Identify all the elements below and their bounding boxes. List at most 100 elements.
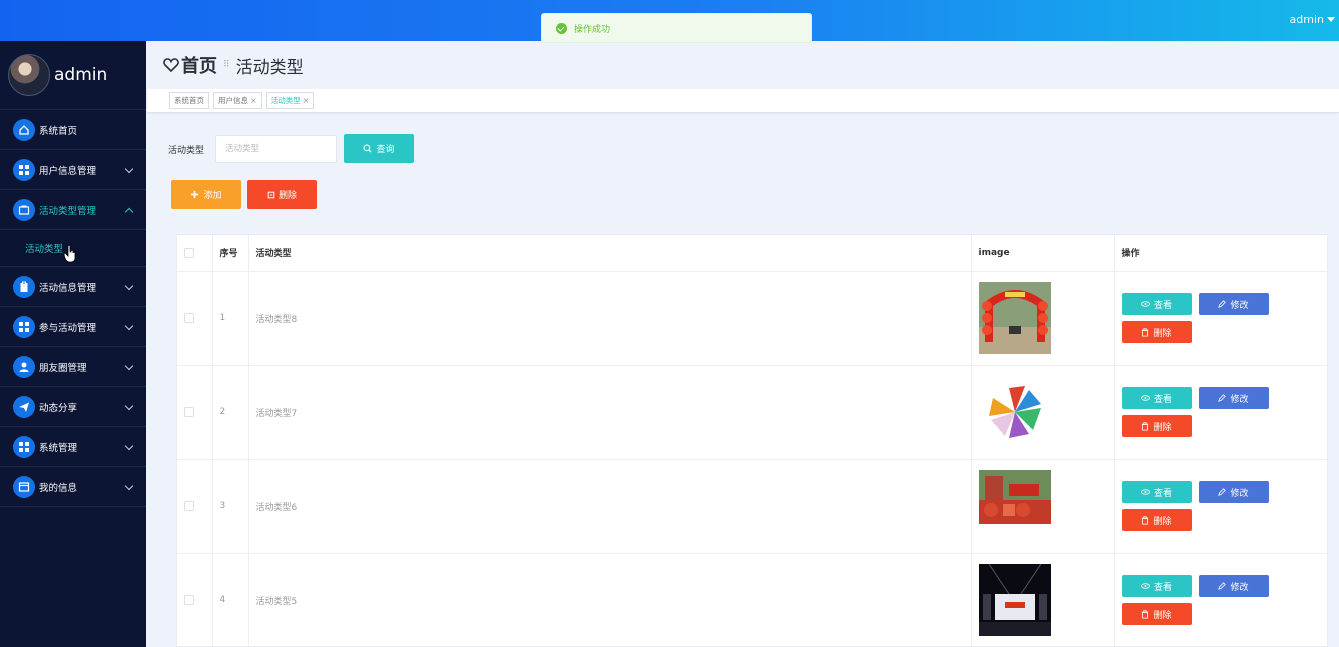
grid-icon	[13, 435, 35, 458]
header-ops: 操作	[1114, 235, 1327, 272]
view-button[interactable]: 查看	[1121, 387, 1192, 409]
add-button[interactable]: 添加	[171, 180, 241, 209]
tag-user-info[interactable]: 用户信息 ×	[213, 92, 262, 109]
row-select-cell	[177, 553, 213, 646]
activity-image[interactable]	[978, 376, 1051, 448]
tag-label: 系统首页	[174, 96, 204, 105]
sidebar-item-moments[interactable]: 朋友圈管理	[0, 347, 146, 387]
row-name: 活动类型7	[248, 365, 972, 460]
chevron-down-icon	[124, 321, 134, 331]
submenu-item-label: 活动类型	[25, 244, 64, 255]
edit-label: 修改	[1230, 582, 1249, 593]
chevron-down-icon	[124, 281, 134, 291]
chevron-down-icon	[124, 164, 134, 174]
search-label: 活动类型	[168, 146, 205, 156]
row-ops-cell: 查看 修改 删除	[1114, 459, 1327, 554]
edit-label: 修改	[1230, 300, 1249, 311]
activity-image[interactable]	[978, 564, 1051, 636]
batch-delete-label: 删除	[278, 191, 297, 201]
row-checkbox[interactable]	[184, 313, 194, 323]
avatar	[8, 54, 50, 96]
view-button[interactable]: 查看	[1121, 575, 1192, 597]
view-label: 查看	[1153, 394, 1172, 405]
chevron-down-icon	[124, 401, 134, 411]
row-checkbox[interactable]	[184, 595, 194, 605]
plus-icon	[191, 190, 199, 199]
send-icon	[13, 395, 35, 418]
delete-button[interactable]: 删除	[1121, 603, 1192, 625]
sidebar-item-home[interactable]: 系统首页	[0, 110, 146, 150]
row-image-cell	[971, 553, 1115, 646]
eye-icon	[1141, 583, 1150, 589]
view-label: 查看	[1153, 582, 1172, 593]
sidebar-item-activity-type[interactable]: 活动类型管理	[0, 190, 146, 230]
row-ops-cell: 查看 修改 删除	[1114, 271, 1327, 366]
sidebar-item-activity-info[interactable]: 活动信息管理	[0, 267, 146, 307]
add-button-label: 添加	[203, 191, 222, 201]
sidebar-item-my-info[interactable]: 我的信息	[0, 467, 146, 507]
folder-icon	[13, 198, 35, 221]
view-button[interactable]: 查看	[1121, 481, 1192, 503]
breadcrumb-home[interactable]: 首页	[181, 52, 217, 78]
eye-icon	[1141, 301, 1150, 307]
search-input[interactable]	[215, 135, 337, 163]
edit-button[interactable]: 修改	[1198, 293, 1269, 315]
edit-button[interactable]: 修改	[1198, 481, 1269, 503]
heart-icon	[163, 58, 179, 73]
sidebar-item-user-info[interactable]: 用户信息管理	[0, 150, 146, 190]
user-menu[interactable]: admin	[1290, 13, 1335, 26]
delete-button[interactable]: 删除	[1121, 509, 1192, 531]
edit-icon	[1218, 394, 1227, 402]
trash-icon	[1142, 327, 1149, 336]
table-row: 3 活动类型6 查看 修改 删除	[177, 459, 1327, 554]
toast-message: 操作成功	[574, 24, 611, 35]
delete-button[interactable]: 删除	[1121, 415, 1192, 437]
delete-button[interactable]: 删除	[1121, 321, 1192, 343]
edit-icon	[1218, 582, 1227, 590]
view-label: 查看	[1153, 300, 1172, 311]
sidebar-item-label: 我的信息	[39, 482, 78, 494]
edit-button[interactable]: 修改	[1198, 387, 1269, 409]
chevron-up-icon	[124, 207, 134, 217]
query-button[interactable]: 查询	[344, 134, 414, 163]
sidebar-profile: admin	[0, 41, 146, 110]
window-icon	[13, 475, 35, 498]
batch-delete-button[interactable]: 删除	[247, 180, 317, 209]
sidebar-item-participation[interactable]: 参与活动管理	[0, 307, 146, 347]
check-circle-icon	[556, 22, 567, 34]
sidebar-item-label: 系统管理	[39, 442, 78, 454]
activity-image[interactable]	[978, 282, 1051, 354]
header-name: 活动类型	[248, 235, 972, 272]
close-icon[interactable]: ×	[303, 96, 310, 105]
row-image-cell	[971, 365, 1115, 460]
breadcrumb-separator: ⠿	[223, 60, 230, 70]
sidebar-item-sharing[interactable]: 动态分享	[0, 387, 146, 427]
grid-icon	[13, 158, 35, 181]
table-row: 2 活动类型7 查看 修改 删除	[177, 365, 1327, 460]
chevron-down-icon	[124, 481, 134, 491]
select-all-checkbox[interactable]	[184, 247, 194, 258]
view-button[interactable]: 查看	[1121, 293, 1192, 315]
sidebar-item-label: 动态分享	[39, 402, 78, 414]
close-icon[interactable]: ×	[250, 96, 257, 105]
row-name: 活动类型6	[248, 459, 972, 554]
trash-icon	[1142, 609, 1149, 619]
activity-image[interactable]	[978, 470, 1051, 542]
edit-label: 修改	[1230, 488, 1249, 499]
row-select-cell	[177, 365, 213, 460]
header-image: image	[971, 235, 1115, 272]
tag-activity-type[interactable]: 活动类型 ×	[265, 92, 315, 109]
row-checkbox[interactable]	[184, 501, 194, 511]
row-checkbox[interactable]	[184, 407, 194, 417]
row-image-cell	[971, 459, 1115, 554]
clipboard-icon	[13, 275, 35, 298]
sidebar-item-system[interactable]: 系统管理	[0, 427, 146, 467]
row-index: 4	[212, 553, 249, 646]
edit-icon	[1218, 488, 1227, 496]
edit-button[interactable]: 修改	[1198, 575, 1269, 597]
tag-home[interactable]: 系统首页	[169, 92, 209, 109]
eye-icon	[1141, 489, 1150, 495]
row-image-cell	[971, 271, 1115, 366]
row-index: 2	[212, 365, 249, 460]
delete-label: 删除	[1153, 610, 1172, 621]
